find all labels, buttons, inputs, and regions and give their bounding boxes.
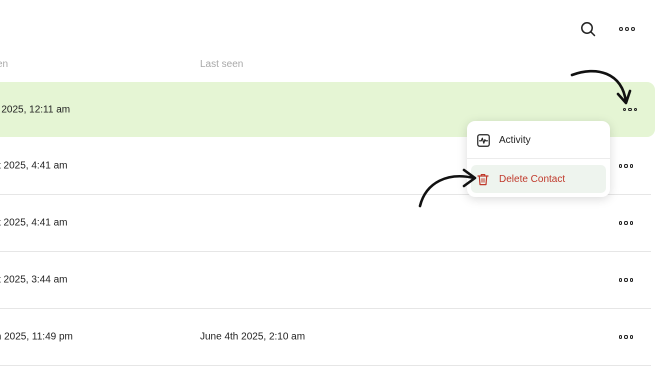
more-horizontal-icon	[619, 27, 635, 31]
row-menu-button[interactable]	[617, 274, 635, 286]
first-seen-cell: st 2025, 4:41 am	[0, 160, 68, 172]
more-horizontal-icon	[618, 221, 634, 225]
last-seen-cell: June 4th 2025, 2:10 am	[200, 331, 306, 343]
more-horizontal-icon	[622, 107, 638, 112]
menu-item-activity[interactable]: Activity	[471, 126, 606, 154]
more-horizontal-icon	[618, 335, 634, 339]
first-seen-cell: st 2025, 4:41 am	[0, 217, 68, 229]
more-horizontal-icon	[618, 278, 634, 282]
row-menu-button[interactable]	[617, 331, 635, 343]
menu-item-delete-contact[interactable]: Delete Contact	[471, 165, 606, 193]
menu-divider	[467, 158, 610, 159]
row-context-menu: Activity Delete Contact	[467, 121, 610, 197]
first-seen-cell: th 2025, 11:49 pm	[0, 331, 73, 343]
row-menu-button[interactable]	[617, 160, 635, 172]
menu-item-label: Delete Contact	[499, 173, 566, 185]
menu-item-label: Activity	[499, 134, 531, 146]
column-header-last-seen: Last seen	[200, 59, 244, 70]
first-seen-cell: st 2025, 3:44 am	[0, 274, 68, 286]
search-button[interactable]	[577, 18, 599, 40]
table-row[interactable]: st 2025, 3:44 am	[0, 252, 651, 309]
table-row[interactable]: th 2025, 11:49 pm June 4th 2025, 2:10 am	[0, 309, 651, 366]
more-options-button[interactable]	[616, 18, 638, 40]
column-header-first: en	[0, 59, 9, 70]
table-row[interactable]: st 2025, 4:41 am	[0, 195, 651, 252]
activity-icon	[476, 133, 490, 147]
row-menu-button[interactable]	[617, 217, 635, 229]
first-seen-cell: h 2025, 12:11 am	[0, 104, 71, 115]
trash-icon	[476, 172, 490, 186]
more-horizontal-icon	[618, 164, 634, 168]
row-menu-button[interactable]	[621, 104, 639, 116]
search-icon	[581, 22, 596, 37]
